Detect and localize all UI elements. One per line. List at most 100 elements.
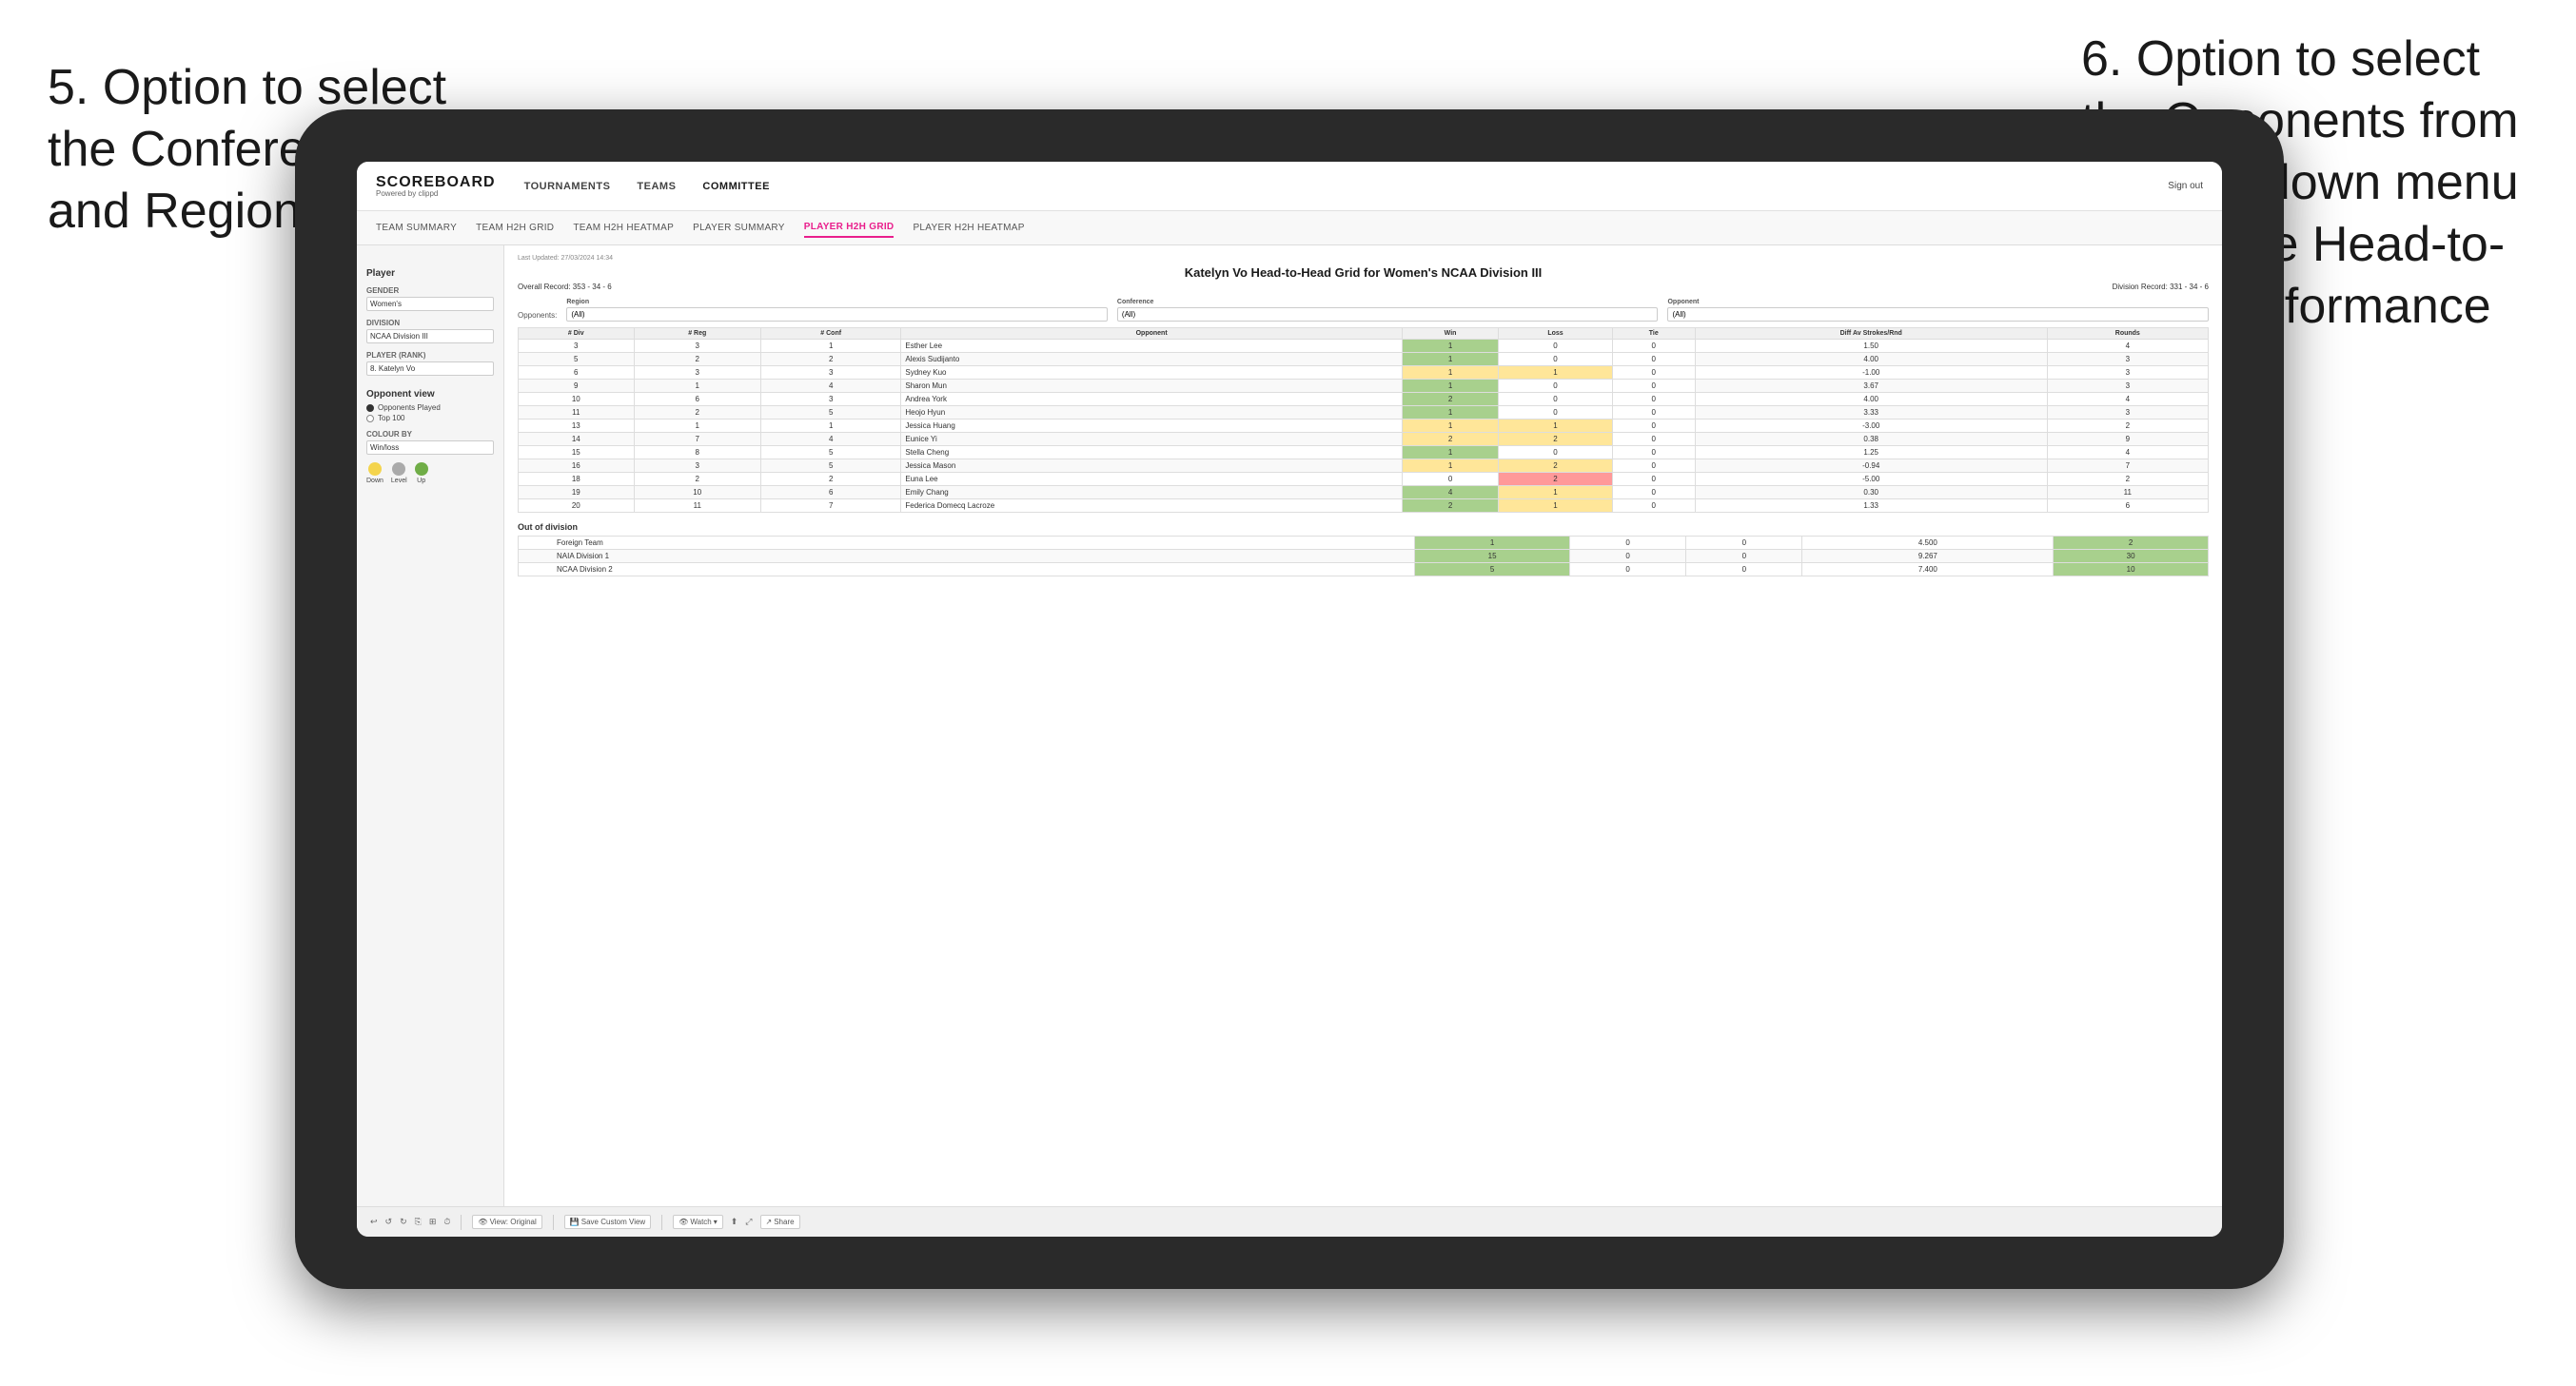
td-div: 3 bbox=[519, 340, 635, 353]
td-diff: -0.94 bbox=[1695, 459, 2047, 473]
update-text: Last Updated: 27/03/2024 14:34 bbox=[518, 255, 2209, 262]
td-div: 14 bbox=[519, 433, 635, 446]
share-btn[interactable]: ↗ Share bbox=[760, 1215, 800, 1229]
export-icon[interactable]: ⬆ bbox=[731, 1217, 738, 1227]
subnav-team-summary[interactable]: TEAM SUMMARY bbox=[376, 219, 457, 237]
td-opponent: Emily Chang bbox=[901, 486, 1403, 499]
save-custom-btn[interactable]: 💾 Save Custom View bbox=[564, 1215, 651, 1229]
overall-record: Overall Record: 353 - 34 - 6 bbox=[518, 283, 612, 291]
td-rounds: 3 bbox=[2047, 366, 2208, 380]
td-opponent: Jessica Huang bbox=[901, 420, 1403, 433]
td-rounds: 2 bbox=[2047, 473, 2208, 486]
filter-opponent-label: Opponent bbox=[1667, 299, 2209, 305]
td-win: 1 bbox=[1402, 353, 1498, 366]
subnav-player-h2h-heatmap[interactable]: PLAYER H2H HEATMAP bbox=[913, 219, 1024, 237]
radio-opponents-played[interactable]: Opponents Played bbox=[366, 403, 494, 412]
toolbar: ↩ ↺ ↻ ⎘ ⊞ ⏱ 👁 View: Original 💾 Save Cust… bbox=[357, 1206, 2222, 1237]
table-row: 16 3 5 Jessica Mason 1 2 0 -0.94 7 bbox=[519, 459, 2209, 473]
td-conf: 5 bbox=[760, 406, 900, 420]
division-select[interactable]: NCAA Division III bbox=[366, 329, 494, 343]
toolbar-sep-3 bbox=[661, 1215, 662, 1230]
sidebar-division-label: Division bbox=[366, 319, 494, 327]
colour-by-select[interactable]: Win/loss bbox=[366, 440, 494, 455]
table-row: 20 11 7 Federica Domecq Lacroze 2 1 0 1.… bbox=[519, 499, 2209, 513]
td-win: 2 bbox=[1402, 393, 1498, 406]
nav-tournaments[interactable]: TOURNAMENTS bbox=[524, 181, 611, 192]
td-diff: 1.33 bbox=[1695, 499, 2047, 513]
ood-loss: 0 bbox=[1569, 563, 1685, 576]
resize-icon[interactable]: ⤢ bbox=[745, 1217, 752, 1227]
td-rounds: 11 bbox=[2047, 486, 2208, 499]
undo-icon[interactable]: ↩ bbox=[370, 1217, 378, 1227]
redo-icon[interactable]: ↺ bbox=[385, 1217, 393, 1227]
radio-label-top100: Top 100 bbox=[378, 414, 404, 422]
watch-btn[interactable]: 👁 Watch ▾ bbox=[673, 1215, 723, 1229]
gender-select[interactable]: Women's bbox=[366, 297, 494, 311]
td-loss: 1 bbox=[1499, 366, 1613, 380]
colour-item-up: Up bbox=[415, 462, 428, 484]
player-rank-select[interactable]: 8. Katelyn Vo bbox=[366, 361, 494, 376]
td-tie: 0 bbox=[1612, 406, 1695, 420]
td-conf: 4 bbox=[760, 380, 900, 393]
th-win: Win bbox=[1402, 328, 1498, 340]
colour-item-level: Level bbox=[391, 462, 407, 484]
td-opponent: Alexis Sudijanto bbox=[901, 353, 1403, 366]
td-div: 11 bbox=[519, 406, 635, 420]
td-div: 16 bbox=[519, 459, 635, 473]
td-div: 6 bbox=[519, 366, 635, 380]
subnav-team-h2h-heatmap[interactable]: TEAM H2H HEATMAP bbox=[573, 219, 674, 237]
subnav-team-h2h-grid[interactable]: TEAM H2H GRID bbox=[476, 219, 554, 237]
td-reg: 3 bbox=[634, 459, 760, 473]
td-diff: 4.00 bbox=[1695, 353, 2047, 366]
td-tie: 0 bbox=[1612, 473, 1695, 486]
td-conf: 1 bbox=[760, 340, 900, 353]
filter-region-select[interactable]: (All) bbox=[566, 307, 1108, 322]
td-reg: 6 bbox=[634, 393, 760, 406]
nav-committee[interactable]: COMMITTEE bbox=[702, 181, 770, 192]
ood-win: 1 bbox=[1415, 537, 1570, 550]
td-win: 0 bbox=[1402, 473, 1498, 486]
clock-icon[interactable]: ⏱ bbox=[443, 1217, 450, 1227]
td-conf: 6 bbox=[760, 486, 900, 499]
td-diff: 3.67 bbox=[1695, 380, 2047, 393]
subnav-player-h2h-grid[interactable]: PLAYER H2H GRID bbox=[804, 218, 895, 238]
td-div: 10 bbox=[519, 393, 635, 406]
td-tie: 0 bbox=[1612, 499, 1695, 513]
redo2-icon[interactable]: ↻ bbox=[400, 1217, 407, 1227]
subnav-player-summary[interactable]: PLAYER SUMMARY bbox=[693, 219, 785, 237]
paste-icon[interactable]: ⊞ bbox=[429, 1217, 437, 1227]
sign-out[interactable]: Sign out bbox=[2168, 181, 2203, 191]
ood-diff: 9.267 bbox=[1802, 550, 2054, 563]
out-of-division-table: Foreign Team 1 0 0 4.500 2 NAIA Division… bbox=[518, 536, 2209, 576]
sidebar-player-title: Player bbox=[366, 268, 494, 279]
nav-teams[interactable]: TEAMS bbox=[637, 181, 676, 192]
ood-row: NCAA Division 2 5 0 0 7.400 10 bbox=[519, 563, 2209, 576]
td-reg: 1 bbox=[634, 380, 760, 393]
td-rounds: 9 bbox=[2047, 433, 2208, 446]
td-tie: 0 bbox=[1612, 486, 1695, 499]
td-loss: 0 bbox=[1499, 446, 1613, 459]
td-rounds: 6 bbox=[2047, 499, 2208, 513]
copy-icon[interactable]: ⎘ bbox=[415, 1217, 422, 1227]
opponent-view-radio-group: Opponents Played Top 100 bbox=[366, 403, 494, 422]
records-row: Overall Record: 353 - 34 - 6 Division Re… bbox=[518, 283, 2209, 291]
filter-conference-select[interactable]: (All) bbox=[1117, 307, 1659, 322]
td-win: 1 bbox=[1402, 406, 1498, 420]
td-diff: 3.33 bbox=[1695, 406, 2047, 420]
filter-row: Opponents: Region (All) Conference (All) bbox=[518, 299, 2209, 322]
logo-sub: Powered by clippd bbox=[376, 190, 496, 198]
view-original-btn[interactable]: 👁 View: Original bbox=[472, 1215, 541, 1229]
radio-top100[interactable]: Top 100 bbox=[366, 414, 494, 422]
colour-dot-up bbox=[415, 462, 428, 476]
td-diff: -1.00 bbox=[1695, 366, 2047, 380]
td-loss: 2 bbox=[1499, 459, 1613, 473]
table-row: 11 2 5 Heojo Hyun 1 0 0 3.33 3 bbox=[519, 406, 2209, 420]
table-row: 13 1 1 Jessica Huang 1 1 0 -3.00 2 bbox=[519, 420, 2209, 433]
ood-row: Foreign Team 1 0 0 4.500 2 bbox=[519, 537, 2209, 550]
toolbar-sep-2 bbox=[553, 1215, 554, 1230]
colour-dots: Down Level Up bbox=[366, 462, 494, 484]
ood-tie: 0 bbox=[1686, 537, 1802, 550]
logo-scoreboard: SCOREBOARD bbox=[376, 175, 496, 190]
ood-diff: 7.400 bbox=[1802, 563, 2054, 576]
filter-opponent-select[interactable]: (All) bbox=[1667, 307, 2209, 322]
